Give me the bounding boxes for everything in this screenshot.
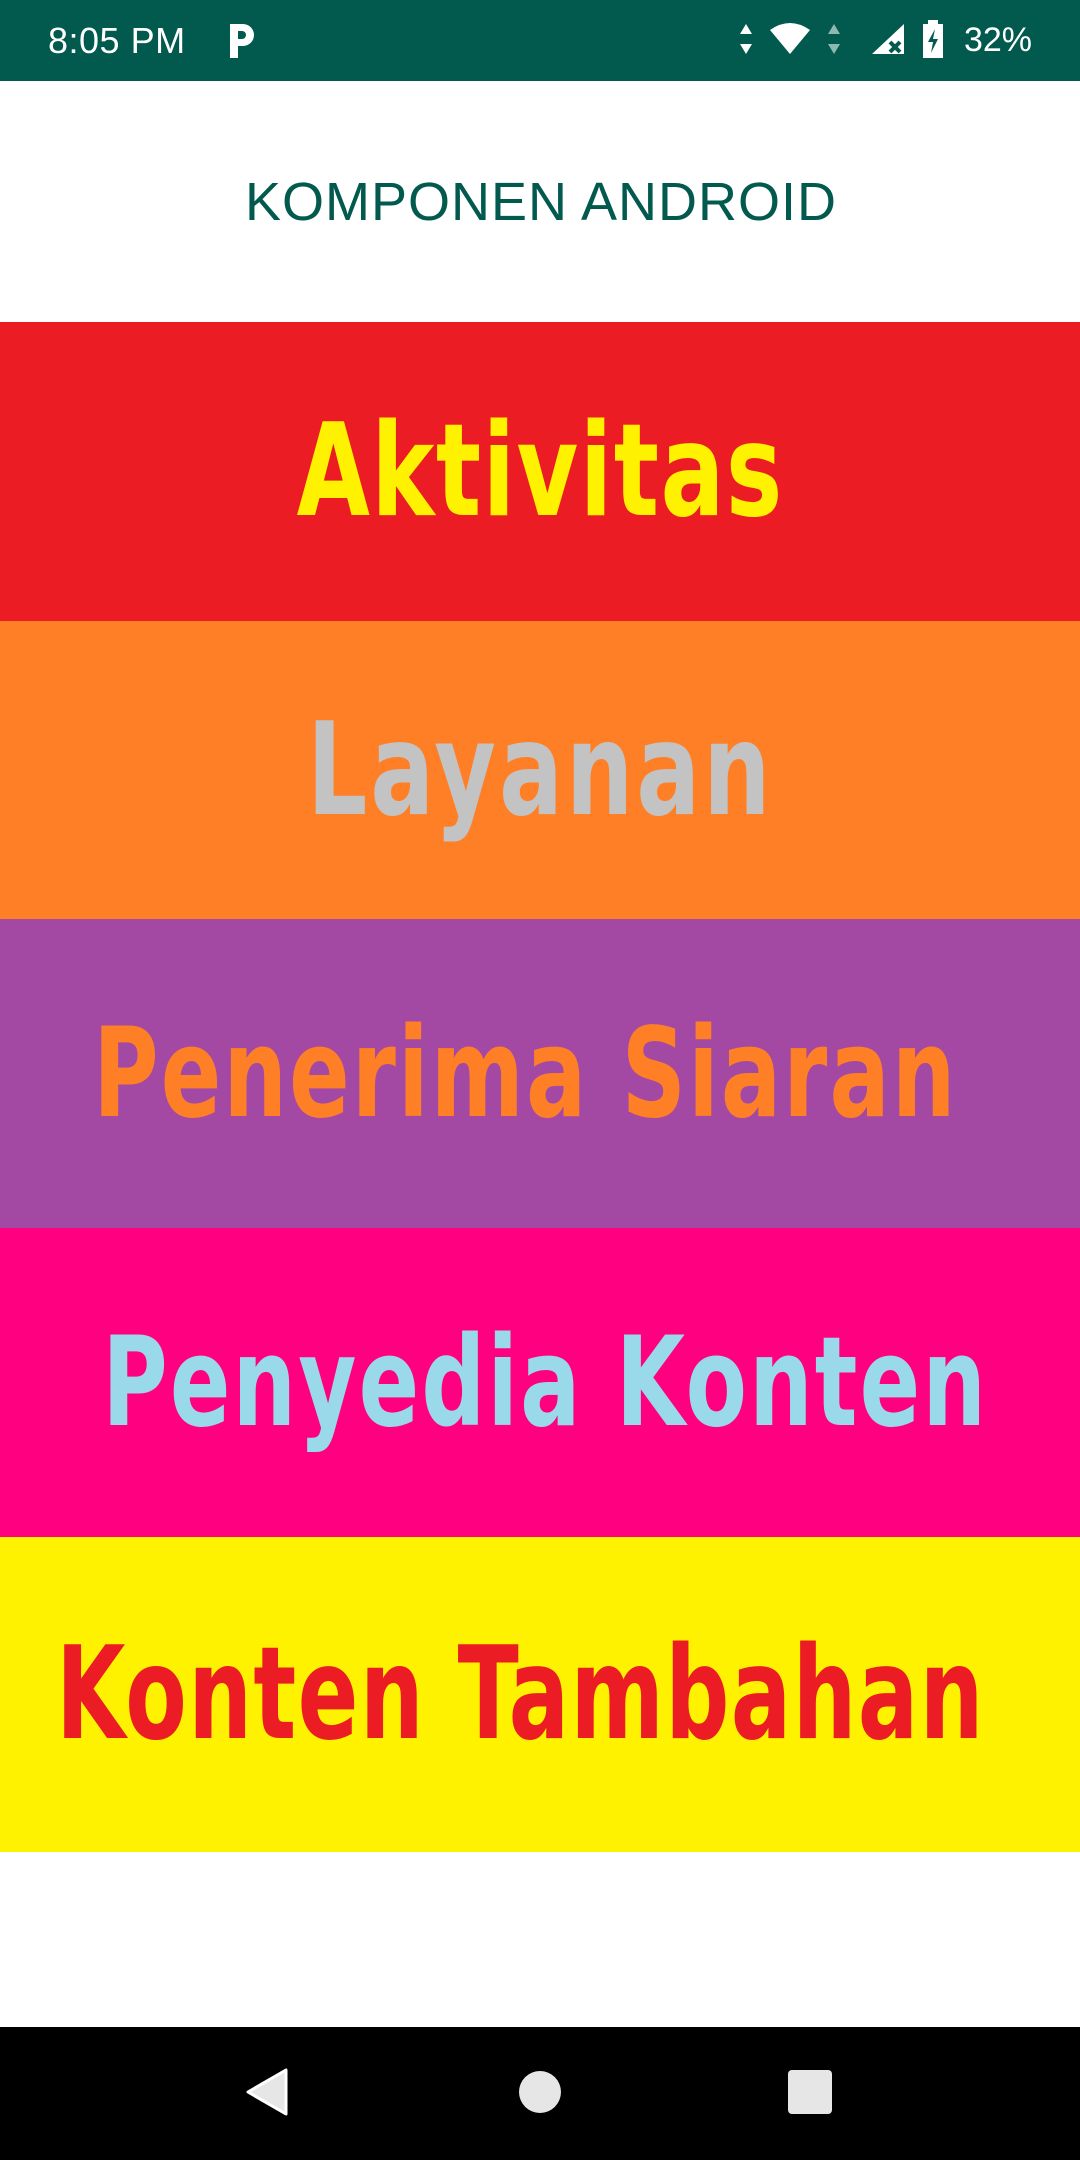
navigation-bar: [0, 2027, 1080, 2160]
banner-label-aktivitas: Aktivitas: [296, 397, 784, 546]
battery-charging-icon: [922, 19, 944, 62]
home-button[interactable]: [480, 2027, 600, 2160]
banner-penyedia-konten[interactable]: Penyedia Konten: [0, 1228, 1080, 1537]
status-icons: 32%: [738, 19, 1032, 62]
banner-label-konten-tambahan: Konten Tambahan: [55, 1620, 985, 1769]
banner-label-penyedia-konten: Penyedia Konten: [102, 1310, 988, 1455]
banner-layanan[interactable]: Layanan: [0, 621, 1080, 919]
recents-icon: [787, 2069, 833, 2119]
page-title: KOMPONEN ANDROID: [244, 171, 838, 232]
recents-button[interactable]: [750, 2027, 870, 2160]
signal-icon: [870, 22, 908, 60]
header: KOMPONEN ANDROID: [0, 81, 1080, 322]
battery-percent: 32%: [963, 21, 1032, 59]
data-arrows-dim-icon: [826, 22, 842, 60]
banner-aktivitas[interactable]: Aktivitas: [0, 322, 1080, 621]
back-button[interactable]: [207, 2027, 327, 2160]
wifi-icon: [768, 22, 812, 60]
screen: 8:05 PM 32% KOMPONEN ANDROID Aktivitas L…: [0, 0, 1080, 2160]
status-bar: 8:05 PM 32%: [0, 0, 1080, 81]
back-icon: [244, 2066, 290, 2122]
banner-penerima-siaran[interactable]: Penerima Siaran: [0, 919, 1080, 1228]
home-icon: [517, 2069, 563, 2119]
p-app-icon: [224, 21, 258, 61]
status-time: 8:05 PM: [48, 19, 186, 61]
banner-konten-tambahan[interactable]: Konten Tambahan: [0, 1537, 1080, 1852]
banner-label-penerima-siaran: Penerima Siaran: [92, 1001, 958, 1146]
banner-label-layanan: Layanan: [306, 695, 774, 845]
data-arrows-icon: [738, 22, 754, 60]
